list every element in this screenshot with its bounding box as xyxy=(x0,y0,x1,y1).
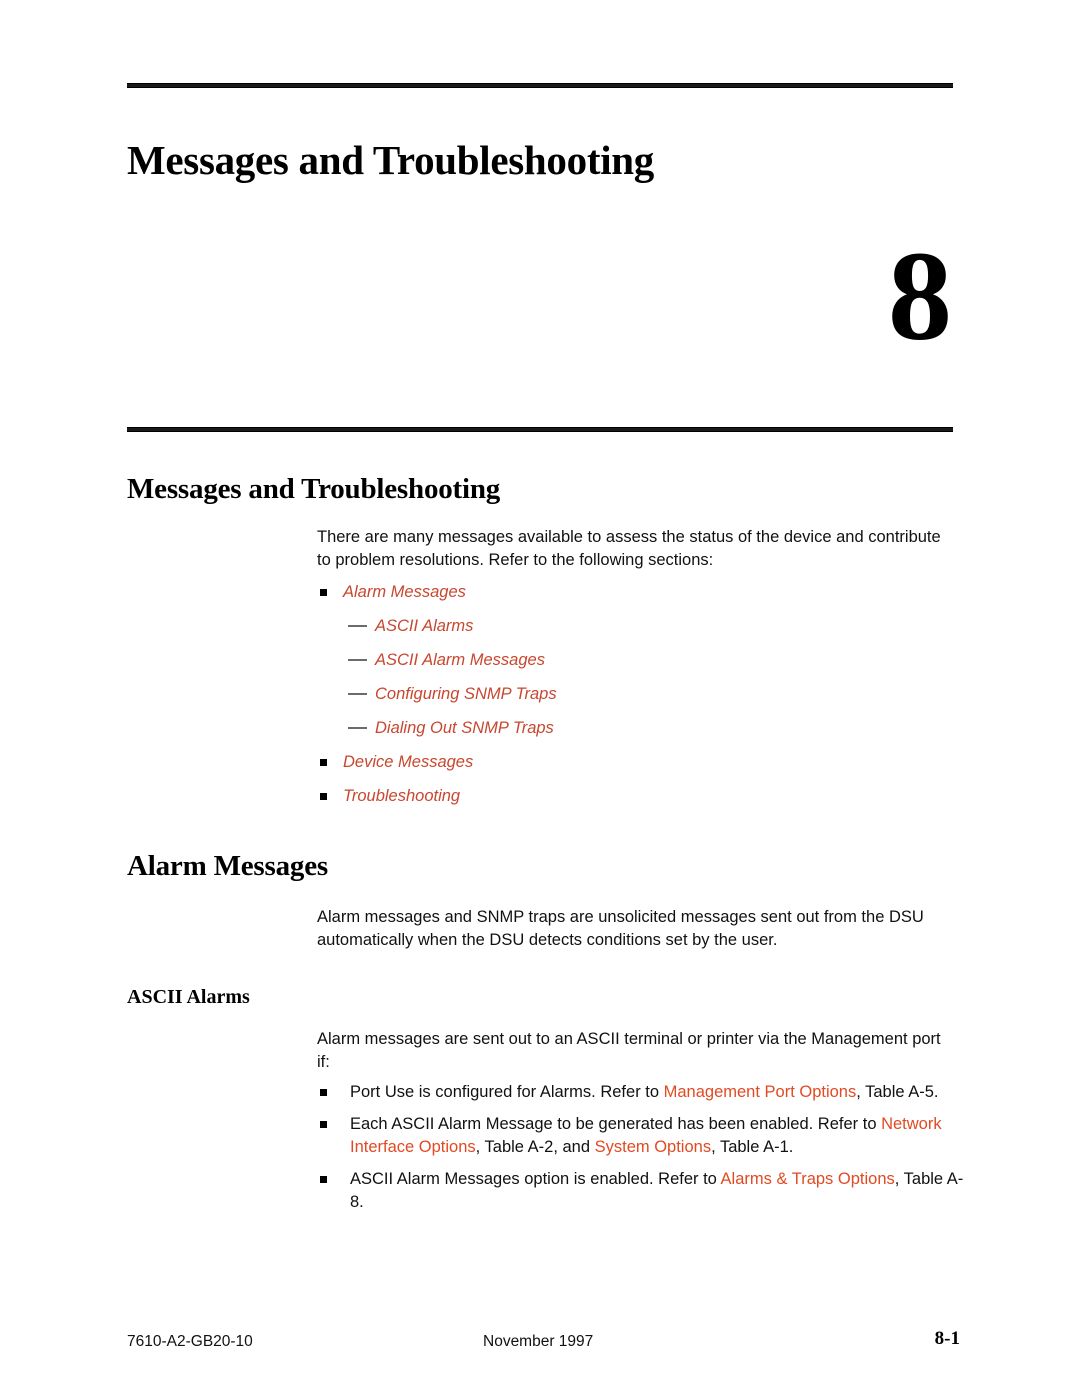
section-heading-messages-and-troubleshooting: Messages and Troubleshooting xyxy=(127,473,501,505)
cross-reference-list: Alarm Messages ASCII Alarms ASCII Alarm Me… xyxy=(317,582,957,820)
cross-reference-item[interactable]: Device Messages xyxy=(317,752,957,772)
footer-document-number: 7610-A2-GB20-10 xyxy=(127,1333,253,1350)
square-bullet-icon xyxy=(320,759,327,766)
footer-date: November 1997 xyxy=(483,1333,594,1350)
section-heading-alarm-messages: Alarm Messages xyxy=(127,850,328,882)
cross-reference-link[interactable]: Configuring SNMP Traps xyxy=(375,685,557,703)
chapter-number: 8 xyxy=(888,225,952,367)
cross-reference-link[interactable]: Device Messages xyxy=(343,753,473,771)
square-bullet-icon xyxy=(320,793,327,800)
cross-reference-item[interactable]: Alarm Messages xyxy=(317,582,957,602)
condition-text: , Table A-5. xyxy=(856,1083,939,1101)
condition-text: Port Use is configured for Alarms. Refer… xyxy=(350,1083,664,1101)
condition-text: ASCII Alarm Messages option is enabled. … xyxy=(350,1170,721,1188)
cross-reference-link[interactable]: ASCII Alarm Messages xyxy=(375,651,545,669)
chapter-banner-title: Messages and Troubleshooting xyxy=(127,137,654,183)
cross-reference-link[interactable]: Troubleshooting xyxy=(343,787,460,805)
square-bullet-icon xyxy=(320,589,327,596)
square-bullet-icon xyxy=(320,1176,327,1183)
header-rule-top xyxy=(127,83,953,88)
em-dash-icon xyxy=(348,727,367,729)
cross-reference-link[interactable]: Alarm Messages xyxy=(343,583,466,601)
cross-reference-subitem[interactable]: ASCII Alarm Messages xyxy=(317,650,957,670)
condition-list-item: Each ASCII Alarm Message to be generated… xyxy=(317,1113,967,1159)
square-bullet-icon xyxy=(320,1121,327,1128)
document-page: Messages and Troubleshooting 8 Messages … xyxy=(0,0,1080,1397)
em-dash-icon xyxy=(348,625,367,627)
footer-page-number: 8-1 xyxy=(934,1328,960,1349)
intro-paragraph: There are many messages available to ass… xyxy=(317,528,941,569)
condition-text: , Table A-1. xyxy=(711,1138,794,1156)
square-bullet-icon xyxy=(320,1089,327,1096)
ascii-alarms-conditions-list: Port Use is configured for Alarms. Refer… xyxy=(317,1081,967,1223)
subsection-heading-ascii-alarms: ASCII Alarms xyxy=(127,986,250,1008)
condition-text: Each ASCII Alarm Message to be generated… xyxy=(350,1115,882,1133)
em-dash-icon xyxy=(348,659,367,661)
condition-text: , Table A-2, and xyxy=(475,1138,595,1156)
em-dash-icon xyxy=(348,693,367,695)
cross-reference-link[interactable]: Dialing Out SNMP Traps xyxy=(375,719,554,737)
alarm-messages-paragraph: Alarm messages and SNMP traps are unsoli… xyxy=(317,908,924,949)
cross-reference-subitem[interactable]: Configuring SNMP Traps xyxy=(317,684,957,704)
condition-list-item: ASCII Alarm Messages option is enabled. … xyxy=(317,1168,967,1214)
cross-reference-subitem[interactable]: ASCII Alarms xyxy=(317,616,957,636)
cross-reference-link[interactable]: ASCII Alarms xyxy=(375,617,473,635)
condition-list-item: Port Use is configured for Alarms. Refer… xyxy=(317,1081,967,1104)
inline-cross-reference-link[interactable]: Management Port Options xyxy=(664,1083,857,1101)
cross-reference-subitem[interactable]: Dialing Out SNMP Traps xyxy=(317,718,957,738)
header-rule-bottom xyxy=(127,427,953,432)
ascii-alarms-paragraph: Alarm messages are sent out to an ASCII … xyxy=(317,1030,941,1071)
inline-cross-reference-link[interactable]: Alarms & Traps Options xyxy=(721,1170,895,1188)
inline-cross-reference-link[interactable]: System Options xyxy=(595,1138,711,1156)
cross-reference-item[interactable]: Troubleshooting xyxy=(317,786,957,806)
